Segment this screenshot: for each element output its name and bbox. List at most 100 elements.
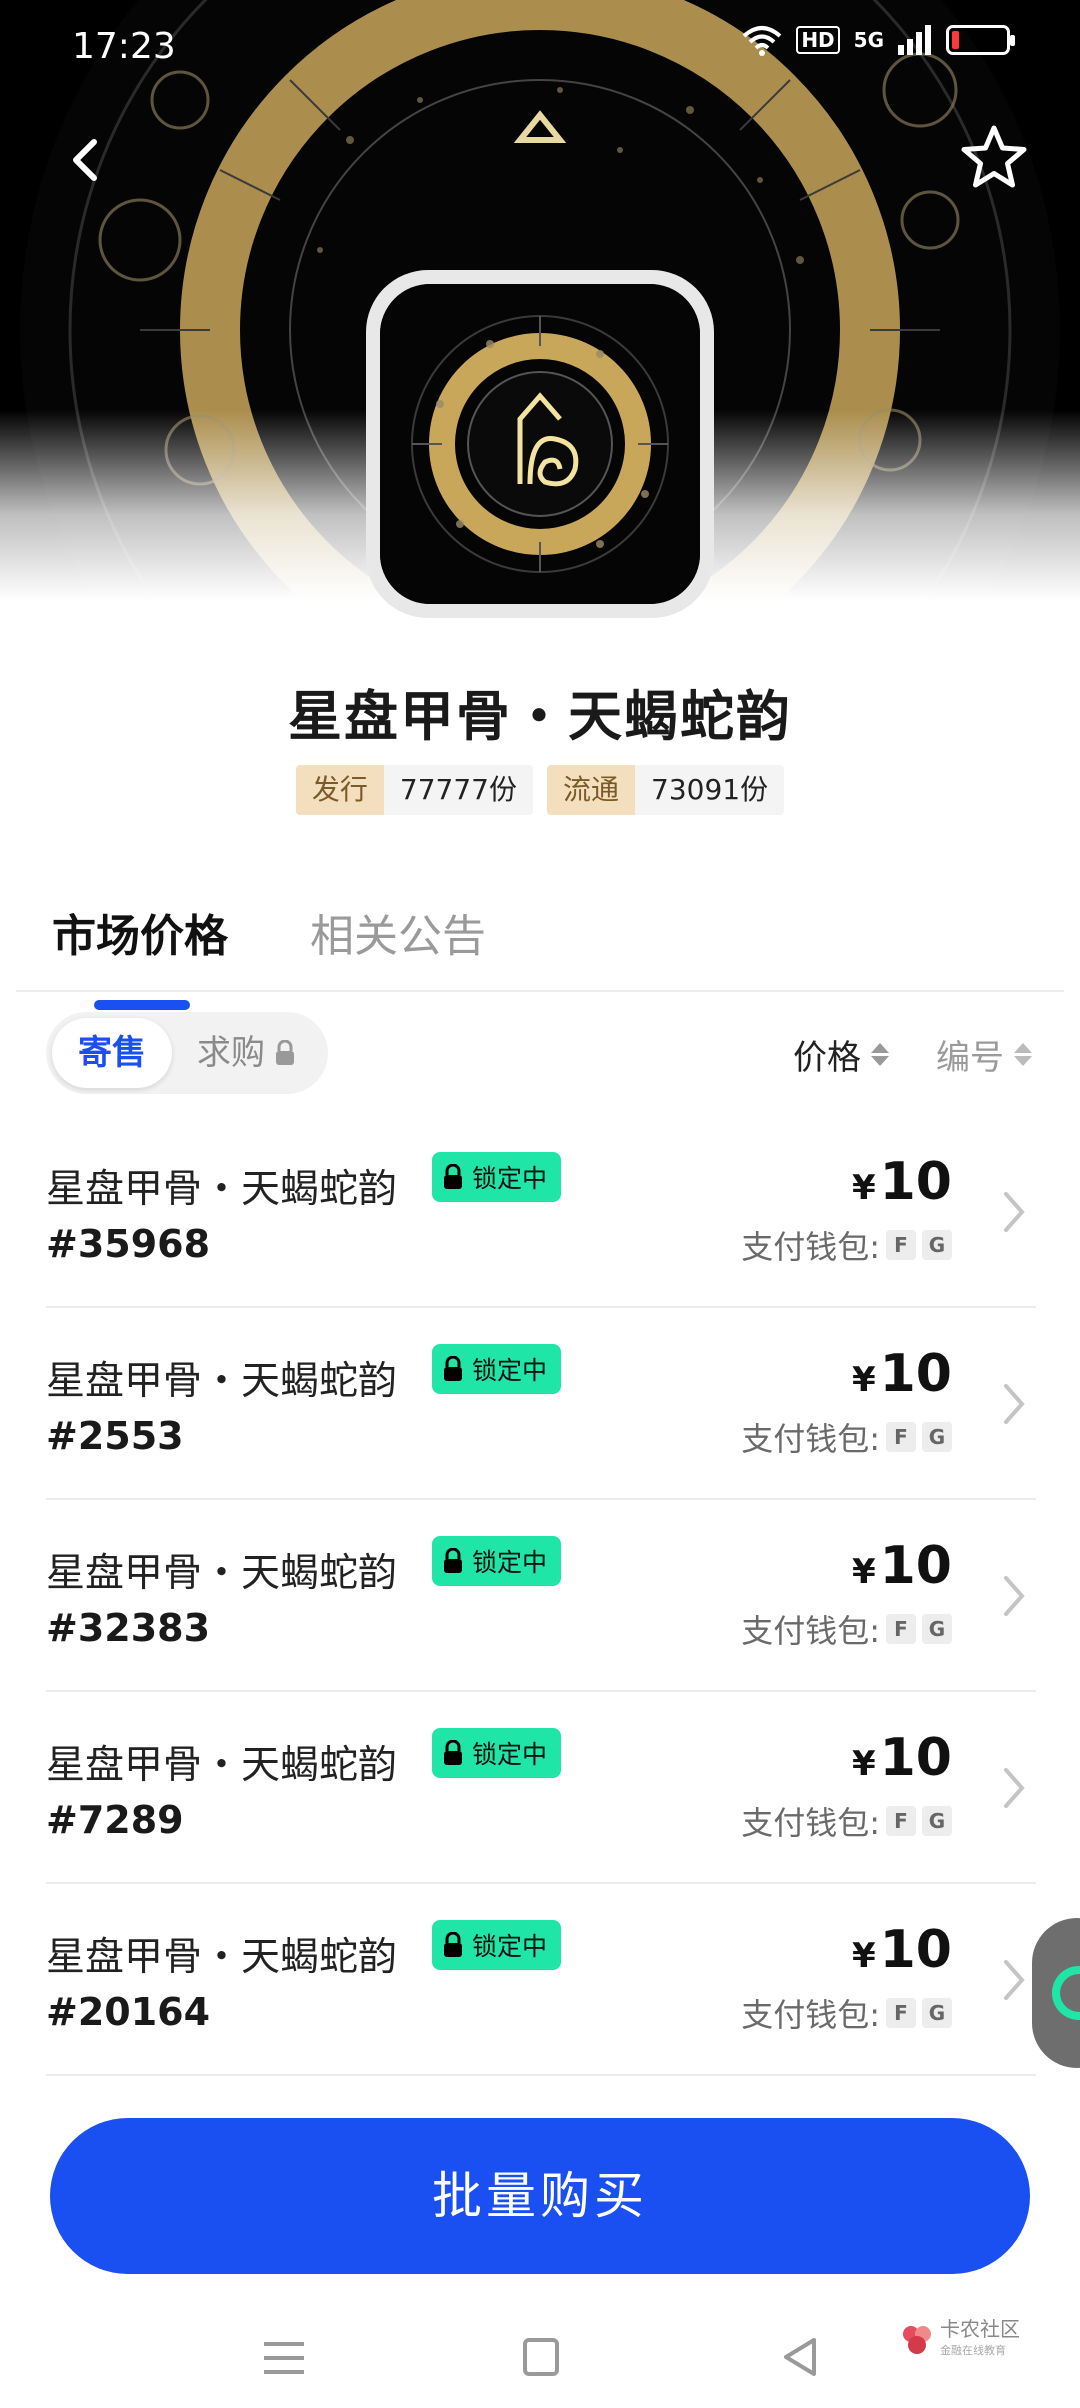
listing-row[interactable]: 星盘甲骨・天蝎蛇韵 锁定中 #35968 ¥10 支付钱包: F G <box>46 1116 1036 1308</box>
sort-by-price[interactable]: 价格 <box>793 1030 889 1079</box>
sort-arrows-icon <box>871 1043 889 1066</box>
listing-price: ¥10 <box>852 1536 952 1596</box>
tab-market-price[interactable]: 市场价格 <box>52 900 228 1010</box>
wallet-label: 支付钱包: <box>741 1996 880 2034</box>
wallet-info: 支付钱包: F G <box>741 1222 952 1268</box>
chevron-right-icon <box>1004 1384 1025 1424</box>
listing-price: ¥10 <box>852 1920 952 1980</box>
hd-indicator: HD <box>796 26 840 54</box>
locked-badge: 锁定中 <box>432 1728 562 1778</box>
price-value: 10 <box>879 1920 952 1980</box>
bulk-buy-button[interactable]: 批量购买 <box>50 2118 1030 2274</box>
currency-symbol: ¥ <box>851 1936 876 1976</box>
circulation-label: 流通 <box>547 765 636 815</box>
locked-badge-label: 锁定中 <box>472 1356 548 1385</box>
star-icon[interactable] <box>958 122 1030 194</box>
currency-symbol: ¥ <box>851 1168 876 1208</box>
back-icon[interactable] <box>56 130 116 190</box>
chevron-right-icon <box>1004 1192 1025 1232</box>
listing-price: ¥10 <box>852 1728 952 1788</box>
listing-row[interactable]: 星盘甲骨・天蝎蛇韵 锁定中 #20164 ¥10 支付钱包: F G <box>46 1884 1036 2076</box>
menu-icon[interactable] <box>264 2340 304 2376</box>
locked-badge-label: 锁定中 <box>472 1164 548 1193</box>
wallet-chip-g: G <box>922 1806 952 1836</box>
listing-price: ¥10 <box>852 1152 952 1212</box>
back-triangle-icon[interactable] <box>780 2336 820 2378</box>
wallet-chip-f: F <box>886 1230 916 1260</box>
listing-serial: #35968 <box>46 1222 211 1266</box>
nft-cover-image <box>366 270 714 618</box>
listing-serial: #2553 <box>46 1414 184 1458</box>
price-value: 10 <box>879 1536 952 1596</box>
sort-arrows-icon <box>1014 1043 1032 1066</box>
buy-request-label: 求购 <box>197 1033 265 1073</box>
currency-symbol: ¥ <box>851 1360 876 1400</box>
price-value: 10 <box>879 1344 952 1404</box>
wallet-info: 支付钱包: F G <box>741 1414 952 1460</box>
listing-list: 星盘甲骨・天蝎蛇韵 锁定中 #35968 ¥10 支付钱包: F G 星盘甲骨・… <box>46 1116 1036 2076</box>
buy-request-option[interactable]: 求购 <box>172 1018 322 1088</box>
status-time: 17:23 <box>72 26 176 67</box>
currency-symbol: ¥ <box>851 1744 876 1784</box>
circulation-value: 73091份 <box>635 765 785 815</box>
listing-row[interactable]: 星盘甲骨・天蝎蛇韵 锁定中 #32383 ¥10 支付钱包: F G <box>46 1500 1036 1692</box>
tab-announcements[interactable]: 相关公告 <box>310 900 486 964</box>
lock-icon <box>276 1040 294 1065</box>
issued-label: 发行 <box>295 765 384 815</box>
wallet-chip-g: G <box>922 1998 952 2028</box>
lock-icon <box>444 1164 462 1189</box>
wallet-info: 支付钱包: F G <box>741 1606 952 1652</box>
wallet-chip-g: G <box>922 1230 952 1260</box>
wallet-chip-f: F <box>886 1422 916 1452</box>
listing-name: 星盘甲骨・天蝎蛇韵 <box>46 1743 398 1788</box>
watermark-name: 卡农社区 <box>940 2317 1020 2341</box>
price-value: 10 <box>879 1152 952 1212</box>
chevron-right-icon <box>1004 1960 1025 2000</box>
lock-icon <box>444 1740 462 1765</box>
wallet-label: 支付钱包: <box>741 1420 880 1458</box>
status-icons: HD 5G <box>742 24 1015 56</box>
wifi-icon <box>742 26 782 56</box>
listing-price: ¥10 <box>852 1344 952 1404</box>
wallet-chip-g: G <box>922 1422 952 1452</box>
item-stats: 发行 77777份 流通 73091份 <box>0 765 1080 815</box>
locked-badge: 锁定中 <box>432 1920 562 1970</box>
listing-serial: #32383 <box>46 1606 211 1650</box>
price-value: 10 <box>879 1728 952 1788</box>
tab-bar: 市场价格 相关公告 <box>52 900 486 1010</box>
lock-icon <box>444 1356 462 1381</box>
listing-row[interactable]: 星盘甲骨・天蝎蛇韵 锁定中 #7289 ¥10 支付钱包: F G <box>46 1692 1036 1884</box>
wallet-info: 支付钱包: F G <box>741 1990 952 2036</box>
wallet-label: 支付钱包: <box>741 1612 880 1650</box>
floating-assistant-button[interactable] <box>1032 1918 1080 2068</box>
sort-by-number[interactable]: 编号 <box>936 1030 1032 1079</box>
circulation-stat: 流通 73091份 <box>547 765 785 815</box>
listing-serial: #7289 <box>46 1798 184 1842</box>
watermark-logo-icon <box>903 2326 931 2354</box>
chevron-right-icon <box>1004 1576 1025 1616</box>
locked-badge: 锁定中 <box>432 1536 562 1586</box>
sort-price-label: 价格 <box>793 1038 861 1078</box>
currency-symbol: ¥ <box>851 1552 876 1592</box>
lock-icon <box>444 1548 462 1573</box>
battery-icon <box>946 25 1015 55</box>
listing-row[interactable]: 星盘甲骨・天蝎蛇韵 锁定中 #2553 ¥10 支付钱包: F G <box>46 1308 1036 1500</box>
listing-name: 星盘甲骨・天蝎蛇韵 <box>46 1167 398 1212</box>
locked-badge: 锁定中 <box>432 1344 562 1394</box>
sell-option[interactable]: 寄售 <box>52 1018 172 1088</box>
watermark: 卡农社区 金融在线教育 <box>900 2318 1020 2362</box>
tab-divider <box>16 990 1064 992</box>
listing-type-toggle: 寄售 求购 <box>46 1012 328 1094</box>
home-icon[interactable] <box>523 2338 559 2376</box>
issued-value: 77777份 <box>383 765 533 815</box>
wallet-info: 支付钱包: F G <box>741 1798 952 1844</box>
sort-number-label: 编号 <box>936 1038 1004 1078</box>
network-type: 5G <box>853 28 884 52</box>
locked-badge-label: 锁定中 <box>472 1548 548 1577</box>
listing-serial: #20164 <box>46 1990 211 2034</box>
wallet-chip-f: F <box>886 1806 916 1836</box>
locked-badge: 锁定中 <box>432 1152 562 1202</box>
wallet-label: 支付钱包: <box>741 1228 880 1266</box>
locked-badge-label: 锁定中 <box>472 1932 548 1961</box>
wallet-chip-f: F <box>886 1998 916 2028</box>
